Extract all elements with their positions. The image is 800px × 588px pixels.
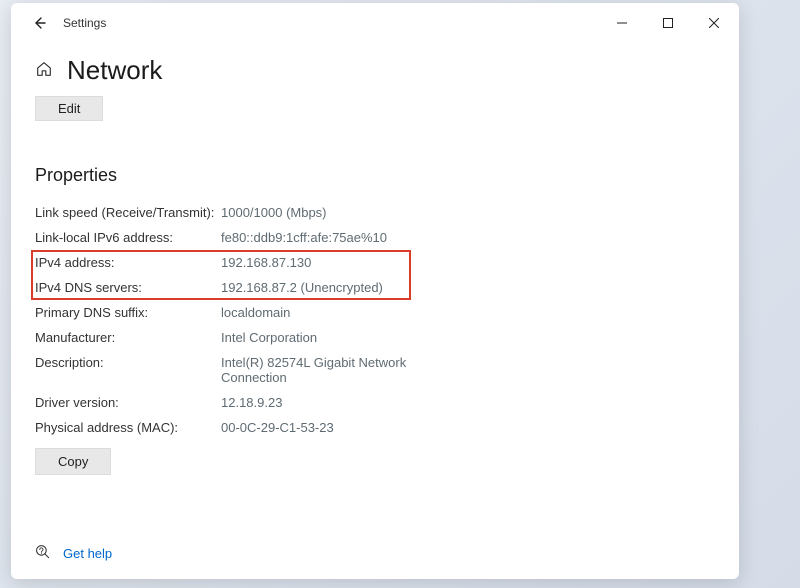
minimize-icon xyxy=(617,18,627,28)
help-row: Get help xyxy=(35,544,112,563)
property-label: IPv4 DNS servers: xyxy=(35,280,221,295)
maximize-icon xyxy=(663,18,673,28)
property-row: Physical address (MAC): 00-0C-29-C1-53-2… xyxy=(35,415,715,440)
property-value: Intel(R) 82574L Gigabit Network Connecti… xyxy=(221,355,461,385)
settings-window: Settings Network Edit Properties Link sp… xyxy=(11,3,739,579)
property-row: Description: Intel(R) 82574L Gigabit Net… xyxy=(35,350,715,390)
property-value: Intel Corporation xyxy=(221,330,317,345)
get-help-link[interactable]: Get help xyxy=(63,546,112,561)
help-icon[interactable] xyxy=(35,544,51,563)
content-pane: Network Edit Properties Link speed (Rece… xyxy=(11,43,739,475)
maximize-button[interactable] xyxy=(645,3,691,43)
arrow-left-icon xyxy=(31,15,47,31)
edit-button[interactable]: Edit xyxy=(35,96,103,121)
property-label: Primary DNS suffix: xyxy=(35,305,221,320)
window-title: Settings xyxy=(61,16,106,30)
property-value: fe80::ddb9:1cff:afe:75ae%10 xyxy=(221,230,387,245)
page-title: Network xyxy=(67,55,162,86)
property-value: 192.168.87.2 (Unencrypted) xyxy=(221,280,383,295)
close-icon xyxy=(709,18,719,28)
titlebar: Settings xyxy=(11,3,739,43)
copy-button[interactable]: Copy xyxy=(35,448,111,475)
property-row: Driver version: 12.18.9.23 xyxy=(35,390,715,415)
property-value: localdomain xyxy=(221,305,290,320)
property-label: IPv4 address: xyxy=(35,255,221,270)
property-row: Primary DNS suffix: localdomain xyxy=(35,300,715,325)
property-row: Manufacturer: Intel Corporation xyxy=(35,325,715,350)
back-button[interactable] xyxy=(17,3,61,43)
home-icon[interactable] xyxy=(35,60,53,81)
close-button[interactable] xyxy=(691,3,737,43)
property-row: Link-local IPv6 address: fe80::ddb9:1cff… xyxy=(35,225,715,250)
page-header: Network xyxy=(35,55,715,86)
property-label: Manufacturer: xyxy=(35,330,221,345)
property-label: Link-local IPv6 address: xyxy=(35,230,221,245)
properties-list: Link speed (Receive/Transmit): 1000/1000… xyxy=(35,200,715,475)
property-label: Description: xyxy=(35,355,221,370)
properties-heading: Properties xyxy=(35,165,715,186)
property-value: 1000/1000 (Mbps) xyxy=(221,205,327,220)
property-label: Physical address (MAC): xyxy=(35,420,221,435)
property-value: 00-0C-29-C1-53-23 xyxy=(221,420,334,435)
minimize-button[interactable] xyxy=(599,3,645,43)
property-value: 12.18.9.23 xyxy=(221,395,282,410)
property-row: IPv4 address: 192.168.87.130 xyxy=(35,250,715,275)
property-label: Driver version: xyxy=(35,395,221,410)
property-value: 192.168.87.130 xyxy=(221,255,311,270)
property-label: Link speed (Receive/Transmit): xyxy=(35,205,221,220)
property-row: IPv4 DNS servers: 192.168.87.2 (Unencryp… xyxy=(35,275,715,300)
property-row: Link speed (Receive/Transmit): 1000/1000… xyxy=(35,200,715,225)
window-controls xyxy=(599,3,737,43)
